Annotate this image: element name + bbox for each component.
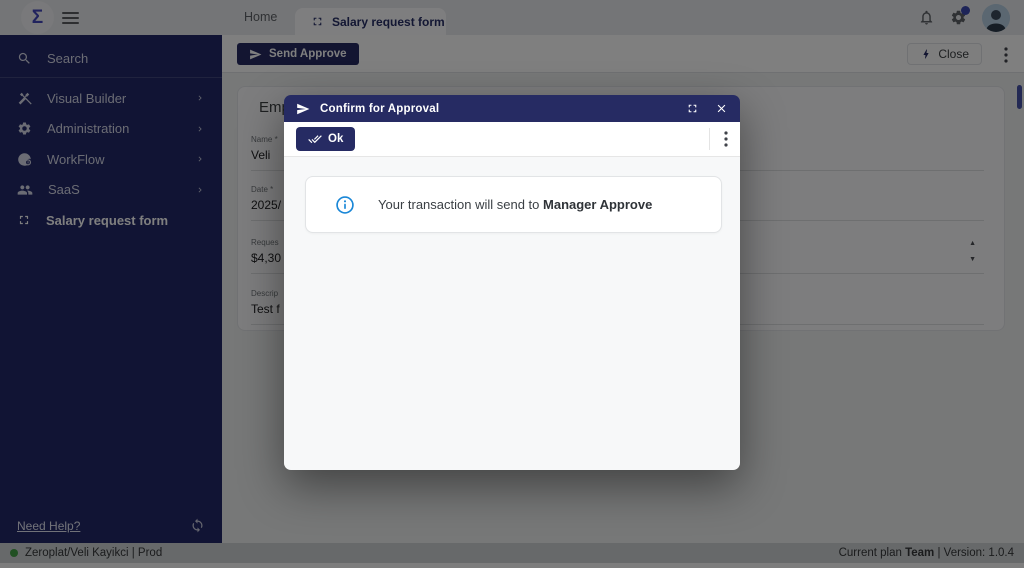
modal-title: Confirm for Approval (320, 103, 670, 115)
modal-header[interactable]: Confirm for Approval (284, 95, 740, 122)
modal-toolbar: Ok (284, 122, 740, 157)
send-icon (296, 102, 310, 116)
fullscreen-icon[interactable] (686, 102, 699, 115)
close-x-icon[interactable] (715, 102, 728, 115)
app-window: Σ Home Salary request form (0, 0, 1024, 568)
modal-body: Your transaction will send to Manager Ap… (284, 157, 740, 470)
info-message: Your transaction will send to Manager Ap… (378, 197, 652, 212)
ok-label: Ok (328, 133, 343, 145)
info-icon (335, 195, 355, 215)
ok-button[interactable]: Ok (296, 127, 355, 151)
modal-kebab-menu-icon[interactable] (724, 131, 728, 147)
info-message-card: Your transaction will send to Manager Ap… (305, 176, 722, 233)
confirm-approval-modal: Confirm for Approval Ok (284, 95, 740, 470)
done-all-icon (308, 132, 322, 146)
toolbar-divider (709, 128, 710, 150)
